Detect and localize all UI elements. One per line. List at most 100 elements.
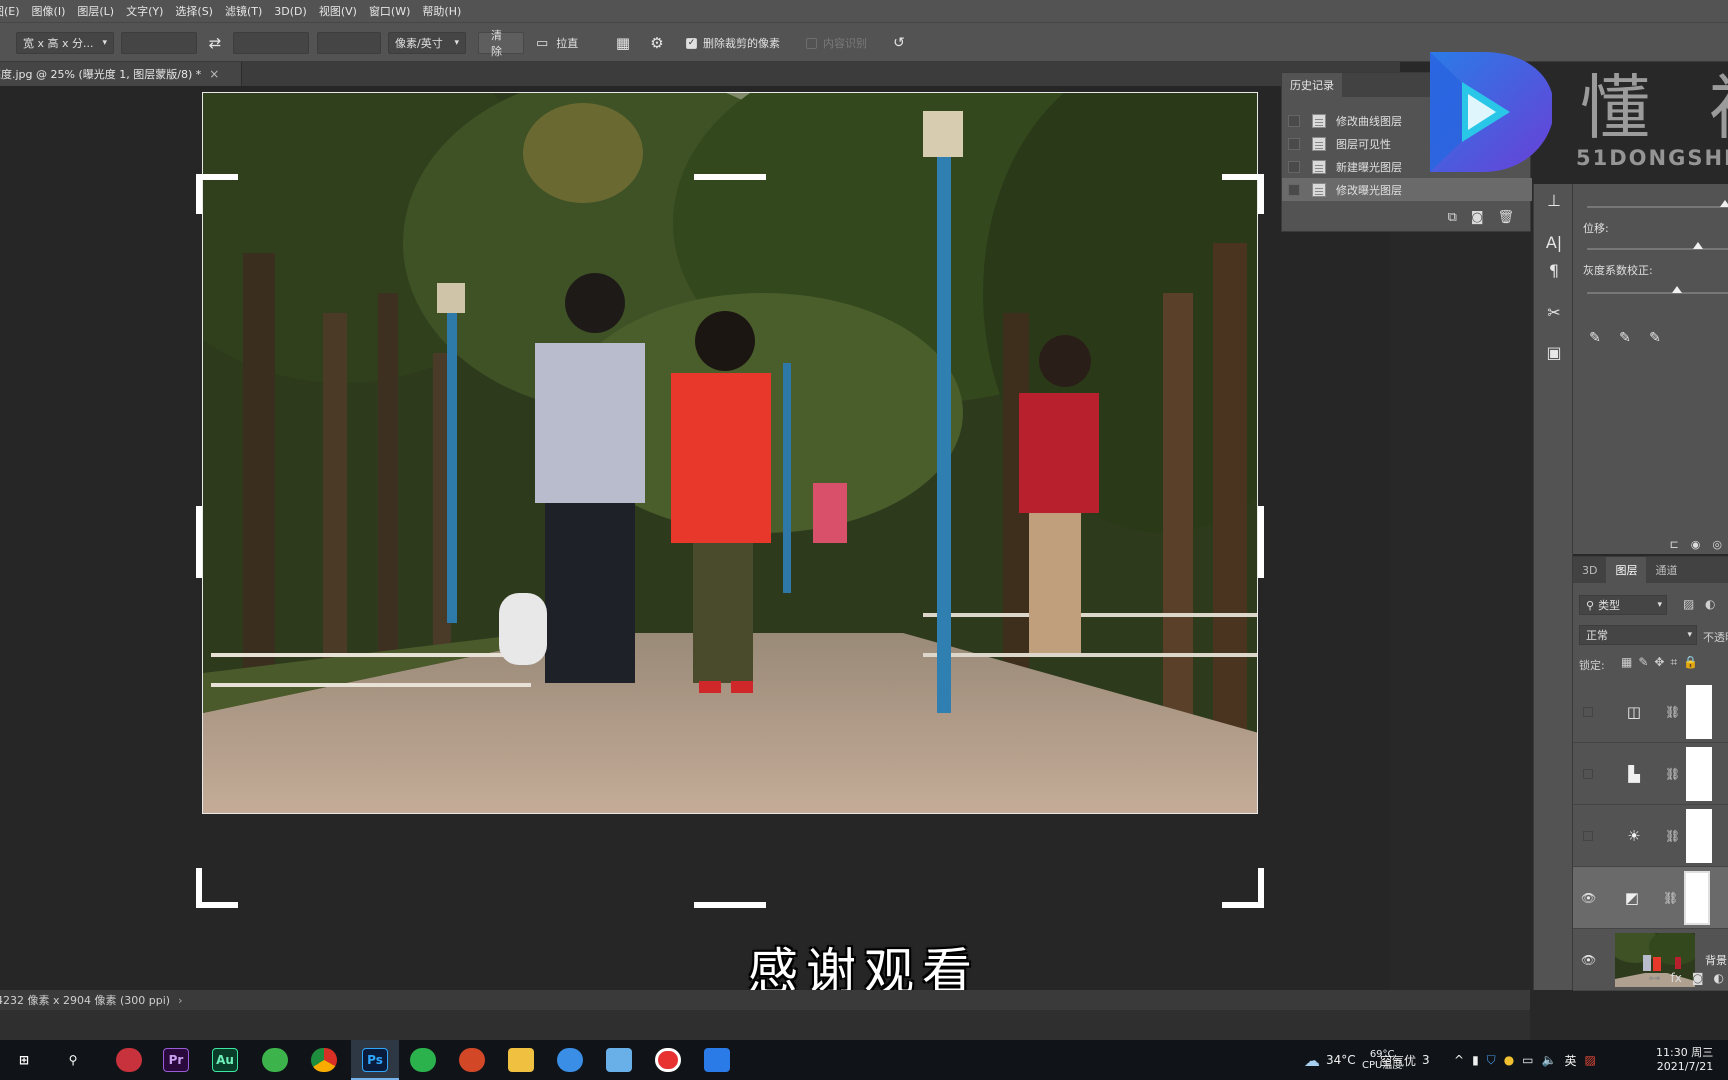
history-snapshot-checkbox[interactable] (1288, 183, 1300, 196)
document-tab[interactable]: 亮度.jpg @ 25% (曝光度 1, 图层蒙版/8) * × (0, 62, 242, 86)
stamp-icon[interactable]: ⊥ (1534, 186, 1574, 214)
blend-mode-select[interactable]: 正常 ▾ (1579, 625, 1697, 645)
wechat-icon[interactable] (410, 1048, 436, 1072)
record-icon[interactable] (655, 1048, 681, 1072)
height-field[interactable] (233, 32, 309, 54)
weather-widget[interactable]: ☁ 34°C (1304, 1040, 1356, 1080)
gamma-slider[interactable] (1587, 286, 1728, 294)
tray-red-icon[interactable]: ▨ (1584, 1053, 1595, 1067)
visibility-off-icon[interactable] (1583, 830, 1593, 841)
menu-3d[interactable]: 3D(D) (268, 5, 313, 18)
premiere-icon[interactable]: Pr (163, 1048, 189, 1072)
history-snapshot-checkbox[interactable] (1288, 160, 1300, 173)
visibility-icon[interactable]: ◎ (1712, 538, 1722, 551)
gear-icon[interactable]: ⚙ (646, 32, 668, 54)
layer-curves[interactable]: ◫ ⛓ (1573, 681, 1728, 743)
chrome-icon[interactable] (311, 1048, 337, 1072)
close-icon[interactable]: × (209, 67, 219, 81)
reset-icon[interactable]: ↺ (888, 32, 910, 54)
tab-channels[interactable]: 通道 (1646, 557, 1686, 583)
add-mask-icon[interactable]: ◙ (1692, 971, 1704, 985)
gray-eyedropper-icon[interactable]: ✎ (1615, 328, 1635, 348)
adjustment-filter-icon[interactable]: ◐ (1705, 597, 1715, 611)
crop-handle-top-right-v[interactable] (1258, 174, 1264, 214)
camera-icon[interactable]: ◙ (1471, 210, 1484, 225)
width-field[interactable] (121, 32, 197, 54)
clear-button[interactable]: 清除 (478, 29, 524, 58)
crop-handle-right-middle[interactable] (1258, 506, 1264, 578)
tray-app-icon[interactable]: ▮ (1472, 1053, 1479, 1067)
layer-mask-thumbnail[interactable] (1684, 870, 1711, 925)
chevron-right-icon[interactable]: › (178, 994, 182, 1007)
app-red-icon[interactable] (116, 1048, 142, 1072)
crop-handle-bottom-middle[interactable] (694, 902, 766, 908)
audition-icon[interactable]: Au (212, 1048, 238, 1072)
layer-levels[interactable]: ▙ ⛓ (1573, 743, 1728, 805)
slider-knob-icon[interactable] (1720, 200, 1728, 207)
menu-help[interactable]: 帮助(H) (416, 3, 467, 19)
task-view-icon[interactable]: ⊞ (11, 1048, 37, 1072)
content-aware-checkbox[interactable]: 内容识别 (806, 32, 896, 54)
character-panel-icon[interactable]: A| (1534, 228, 1574, 256)
offset-slider-knob[interactable] (1693, 242, 1704, 249)
crop-handle-top-left-v[interactable] (196, 174, 202, 214)
file-explorer-icon[interactable] (508, 1048, 534, 1072)
crop-handle-bottom-left-v[interactable] (196, 868, 202, 908)
clip-to-layer-icon[interactable]: ⊏ (1670, 538, 1679, 551)
menu-view[interactable]: 视图(V) (313, 3, 363, 19)
menu-window[interactable]: 窗口(W) (363, 3, 416, 19)
swap-icon[interactable]: ⇄ (204, 32, 226, 54)
layer-mask-thumbnail[interactable] (1686, 684, 1713, 739)
offset-slider[interactable] (1587, 242, 1728, 250)
powerpoint-icon[interactable] (459, 1048, 485, 1072)
app-grid-icon[interactable] (704, 1048, 730, 1072)
layer-exposure[interactable]: 👁 ◩ ⛓ (1573, 867, 1728, 929)
layer-brightness[interactable]: ☀ ⛓ (1573, 805, 1728, 867)
tab-3d[interactable]: 3D (1573, 557, 1606, 583)
eye-icon[interactable]: 👁 (1581, 953, 1596, 967)
link-layers-icon[interactable]: ⊶ (1649, 971, 1661, 985)
top-slider[interactable] (1587, 200, 1728, 208)
black-eyedropper-icon[interactable]: ✎ (1585, 328, 1605, 348)
resolution-field[interactable] (317, 32, 381, 54)
white-eyedropper-icon[interactable]: ✎ (1645, 328, 1665, 348)
shield-icon[interactable]: ⛉ (1487, 1053, 1496, 1068)
app-blue-icon[interactable] (557, 1048, 583, 1072)
menu-type[interactable]: 文字(Y) (120, 3, 169, 19)
straighten-tool[interactable]: ▭ 拉直 (536, 32, 596, 54)
trash-icon[interactable]: 🗑 (1497, 210, 1514, 225)
layer-mask-thumbnail[interactable] (1686, 746, 1713, 801)
delete-cropped-checkbox[interactable]: ✓ 删除裁剪的像素 (686, 32, 796, 54)
crop-handle-bottom-left[interactable] (196, 902, 238, 908)
history-snapshot-checkbox[interactable] (1288, 114, 1300, 127)
menu-filter[interactable]: 滤镜(T) (219, 3, 268, 19)
link-icon[interactable]: ⛓ (1665, 767, 1680, 781)
canvas-photo[interactable] (202, 92, 1258, 814)
network-icon[interactable]: ▭ (1522, 1053, 1533, 1067)
visibility-off-icon[interactable] (1583, 768, 1593, 779)
menu-select[interactable]: 选择(S) (169, 3, 219, 19)
notes-icon[interactable]: ▣ (1534, 338, 1574, 366)
crop-handle-top-left[interactable] (196, 174, 238, 180)
tab-layers[interactable]: 图层 (1606, 557, 1647, 583)
view-previous-icon[interactable]: ◉ (1691, 538, 1701, 551)
visibility-off-icon[interactable] (1583, 706, 1593, 717)
volume-icon[interactable]: 🔈 (1542, 1053, 1557, 1067)
history-tab[interactable]: 历史记录 (1282, 73, 1342, 97)
app-green-icon[interactable] (262, 1048, 288, 1072)
gamma-slider-knob[interactable] (1672, 286, 1683, 293)
app-notes-icon[interactable] (606, 1048, 632, 1072)
grid-overlay-icon[interactable]: ▦ (612, 32, 634, 54)
ime-indicator[interactable]: 英 (1564, 1052, 1576, 1069)
layer-filter-select[interactable]: ⚲ 类型 ▾ (1579, 595, 1667, 615)
search-icon[interactable]: ⚲ (60, 1048, 86, 1072)
link-icon[interactable]: ⛓ (1665, 829, 1680, 843)
clock[interactable]: 11:30 周三 2021/7/21 (1656, 1040, 1713, 1080)
menu-view-e[interactable]: 视图(E) (0, 3, 26, 19)
crop-handle-bottom-right-v[interactable] (1258, 868, 1264, 908)
paragraph-icon[interactable]: ¶ (1534, 256, 1574, 284)
new-adjustment-icon[interactable]: ◐ (1714, 971, 1724, 985)
ratio-select[interactable]: 宽 x 高 x 分... ▾ (16, 32, 114, 54)
new-document-from-state-icon[interactable]: ⧉ (1448, 210, 1457, 225)
photoshop-icon[interactable]: Ps (362, 1048, 388, 1072)
